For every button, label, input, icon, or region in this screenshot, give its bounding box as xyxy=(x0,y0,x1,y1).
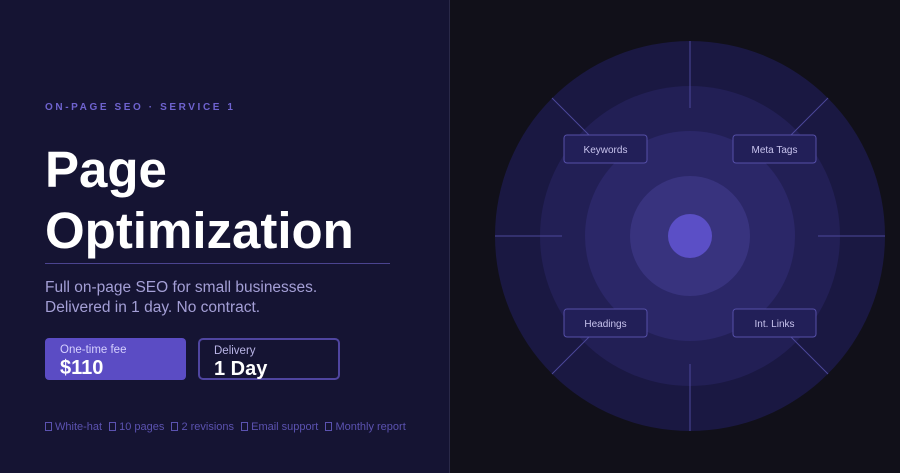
bullet-icon xyxy=(241,422,249,431)
bullet-icon xyxy=(45,422,52,431)
feature-list: White-hat 10 pages 2 revisions Email sup… xyxy=(45,421,445,433)
service-description: Full on-page SEO for small businesses. D… xyxy=(45,278,425,318)
description-line-1: Full on-page SEO for small businesses. xyxy=(45,279,318,296)
bullet-icon xyxy=(171,422,179,431)
seo-radial-diagram: Keywords Meta Tags Headings Int. Links xyxy=(495,41,885,431)
bullet-icon xyxy=(109,422,117,431)
feature-item: 10 pages xyxy=(109,421,164,433)
delivery-badge: Delivery 1 Day xyxy=(198,338,340,380)
price-badge: One-time fee $110 xyxy=(45,338,186,380)
title-divider xyxy=(45,263,390,264)
feature-label: Email support xyxy=(251,421,319,433)
description-line-2: Delivered in 1 day. No contract. xyxy=(45,299,261,316)
feature-label: 2 revisions xyxy=(181,421,235,433)
feature-label: 10 pages xyxy=(119,421,165,433)
node-label: Headings xyxy=(584,319,626,330)
feature-label: White-hat xyxy=(55,421,103,433)
node-headings: Headings xyxy=(563,308,648,338)
price-label: One-time fee xyxy=(60,344,127,356)
feature-item: White-hat xyxy=(45,421,102,433)
node-label: Int. Links xyxy=(754,319,794,330)
page-title: Page Optimization xyxy=(45,139,405,261)
node-meta-tags: Meta Tags xyxy=(732,134,817,164)
delivery-value: 1 Day xyxy=(214,358,268,380)
feature-item: Monthly report xyxy=(325,421,406,433)
title-line-1: Page xyxy=(45,141,167,198)
eyebrow-label: ON-PAGE SEO · SERVICE 1 xyxy=(45,102,236,113)
title-line-2: Optimization xyxy=(45,202,354,259)
price-value: $110 xyxy=(60,357,104,379)
feature-label: Monthly report xyxy=(335,421,406,433)
node-label: Keywords xyxy=(584,145,628,156)
node-int-links: Int. Links xyxy=(732,308,817,338)
center-dot xyxy=(668,214,712,258)
bullet-icon xyxy=(325,422,333,431)
node-label: Meta Tags xyxy=(752,145,798,156)
delivery-label: Delivery xyxy=(214,345,256,357)
feature-item: 2 revisions xyxy=(171,421,234,433)
node-keywords: Keywords xyxy=(563,134,648,164)
feature-item: Email support xyxy=(241,421,318,433)
